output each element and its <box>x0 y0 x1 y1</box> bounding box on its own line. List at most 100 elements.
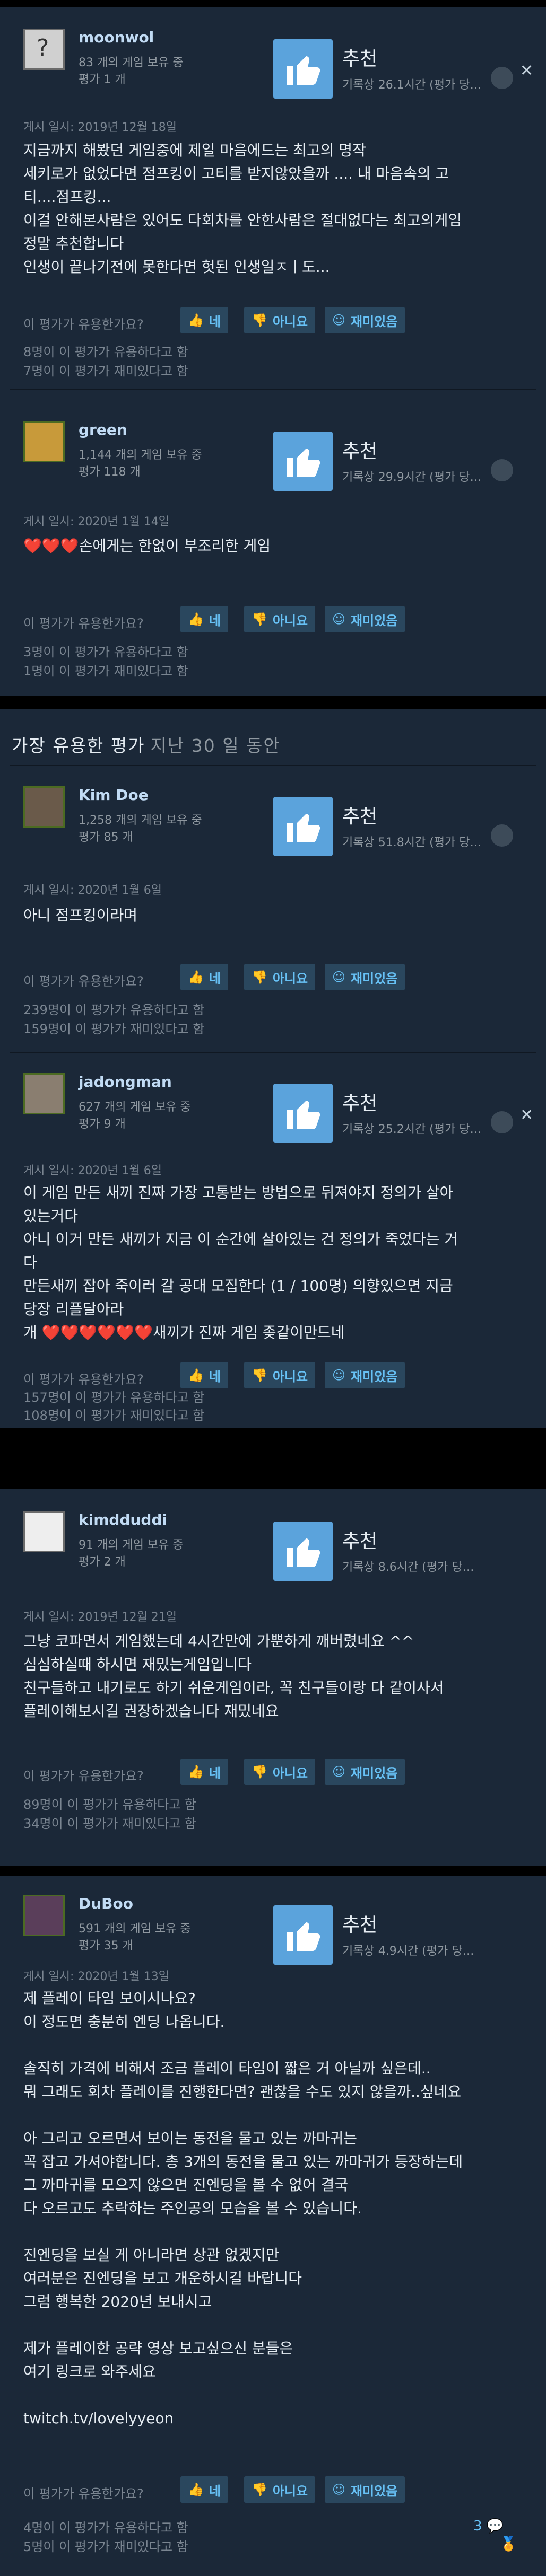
helpful-count: 3명이 이 평가가 유용하다고 함 <box>23 645 188 660</box>
verdict-label: 추천 <box>342 1093 378 1114</box>
playtime: 기록상 4.9시간 (평가 당… <box>342 1945 474 1958</box>
review-body: 아니 점프킹이라며 <box>23 907 137 924</box>
username[interactable]: moonwol <box>79 29 154 46</box>
review-panel-3: kimdduddi 91 개의 게임 보유 중 평가 2 개 추천 기록상 8.… <box>0 1489 546 1866</box>
smile-icon: ☺ <box>332 2482 346 2497</box>
thumbs-down-icon: 👎 <box>252 1764 267 1779</box>
funny-button[interactable]: ☺ 재미있음 <box>325 606 405 632</box>
thumbs-up-icon: 👍 <box>188 313 204 328</box>
username[interactable]: kimdduddi <box>79 1511 167 1528</box>
no-button[interactable]: 👎 아니요 <box>244 2476 316 2503</box>
yes-button[interactable]: 👍 네 <box>180 1362 228 1388</box>
review-card: jadongman 627 개의 게임 보유 중 평가 9 개 추천 기록상 2… <box>0 1054 546 1425</box>
thumbs-up-icon <box>273 432 333 491</box>
comment-count[interactable]: 3 💬 <box>473 2518 504 2534</box>
posted-date: 게시 일시: 2020년 1월 13일 <box>23 1970 170 1983</box>
helpful-count: 4명이 이 평가가 유용하다고 함 <box>23 2520 188 2535</box>
yes-button[interactable]: 👍 네 <box>180 307 228 333</box>
playtime: 기록상 8.6시간 (평가 당… <box>342 1561 474 1574</box>
review-count[interactable]: 평가 85 개 <box>79 829 133 847</box>
username[interactable]: Kim Doe <box>79 786 149 804</box>
thumbs-down-icon: 👎 <box>252 970 267 984</box>
avatar[interactable] <box>23 786 65 828</box>
thumbs-up-icon: 👍 <box>188 970 204 984</box>
playtime: 기록상 26.1시간 (평가 당… <box>342 78 482 92</box>
award-icon[interactable]: 🏅 <box>500 2536 517 2552</box>
review-body: 이 게임 만든 새끼 진짜 가장 고통받는 방법으로 뒤져야지 정의가 살아 있… <box>23 1184 458 1341</box>
section-title: 가장 유용한 평가 지난 30 일 동안 <box>12 735 281 756</box>
review-count[interactable]: 평가 2 개 <box>79 1553 126 1571</box>
thumbs-up-icon: 👍 <box>188 2482 204 2497</box>
smile-icon: ☺ <box>332 313 346 328</box>
no-button[interactable]: 👎 아니요 <box>244 964 316 990</box>
thumbs-down-icon: 👎 <box>252 1368 267 1383</box>
review-body: 지금까지 해봤던 게임중에 제일 마음에드는 최고의 명작 세키로가 없었다면 … <box>23 142 462 276</box>
steam-icon <box>491 67 513 89</box>
helpful-question: 이 평가가 유용한가요? <box>23 616 144 631</box>
games-owned[interactable]: 1,144 개의 게임 보유 중 <box>79 446 202 464</box>
games-owned[interactable]: 591 개의 게임 보유 중 <box>79 1920 191 1938</box>
yes-button[interactable]: 👍 네 <box>180 1759 228 1785</box>
no-button[interactable]: 👎 아니요 <box>244 1759 316 1785</box>
divider <box>10 1052 536 1053</box>
smile-icon: ☺ <box>332 970 346 984</box>
helpful-count: 89명이 이 평가가 유용하다고 함 <box>23 1797 197 1812</box>
avatar[interactable]: ? <box>23 29 65 70</box>
review-panel-2: 가장 유용한 평가 지난 30 일 동안 Kim Doe 1,258 개의 게임 … <box>0 709 546 1428</box>
playtime: 기록상 25.2시간 (평가 당… <box>342 1123 482 1136</box>
funny-count: 108명이 이 평가가 재미있다고 함 <box>23 1408 205 1423</box>
review-panel-4: DuBoo 591 개의 게임 보유 중 평가 35 개 추천 기록상 4.9시… <box>0 1876 546 2576</box>
funny-count: 7명이 이 평가가 재미있다고 함 <box>23 364 188 379</box>
review-count[interactable]: 평가 9 개 <box>79 1115 126 1133</box>
username[interactable]: green <box>79 421 127 438</box>
helpful-question: 이 평가가 유용한가요? <box>23 2486 144 2501</box>
review-count[interactable]: 평가 35 개 <box>79 1937 133 1955</box>
close-icon[interactable]: ✕ <box>520 61 533 80</box>
question-mark-icon: ? <box>37 34 49 61</box>
no-button[interactable]: 👎 아니요 <box>244 606 316 632</box>
avatar[interactable] <box>23 1895 65 1936</box>
avatar[interactable] <box>23 421 65 462</box>
helpful-count: 8명이 이 평가가 유용하다고 함 <box>23 345 188 359</box>
funny-button[interactable]: ☺ 재미있음 <box>325 964 405 990</box>
steam-icon <box>491 824 513 847</box>
steam-icon <box>491 1111 513 1133</box>
steam-icon <box>491 459 513 481</box>
no-button[interactable]: 👎 아니요 <box>244 1362 316 1388</box>
review-count[interactable]: 평가 1 개 <box>79 71 126 89</box>
avatar[interactable] <box>23 1073 65 1114</box>
review-count[interactable]: 평가 118 개 <box>79 463 141 481</box>
games-owned[interactable]: 91 개의 게임 보유 중 <box>79 1536 184 1554</box>
no-button[interactable]: 👎 아니요 <box>244 307 316 333</box>
close-icon[interactable]: ✕ <box>520 1106 533 1124</box>
funny-count: 34명이 이 평가가 재미있다고 함 <box>23 1816 197 1831</box>
thumbs-up-icon: 👍 <box>188 612 204 627</box>
posted-date: 게시 일시: 2019년 12월 21일 <box>23 1611 177 1624</box>
avatar[interactable] <box>23 1511 65 1552</box>
games-owned[interactable]: 83 개의 게임 보유 중 <box>79 54 184 72</box>
yes-button[interactable]: 👍 네 <box>180 2476 228 2503</box>
thumbs-down-icon: 👎 <box>252 313 267 328</box>
thumbs-up-icon <box>273 797 333 856</box>
games-owned[interactable]: 1,258 개의 게임 보유 중 <box>79 812 202 830</box>
funny-button[interactable]: ☺ 재미있음 <box>325 1759 405 1785</box>
yes-button[interactable]: 👍 네 <box>180 606 228 632</box>
playtime: 기록상 29.9시간 (평가 당… <box>342 471 482 484</box>
thumbs-down-icon: 👎 <box>252 2482 267 2497</box>
funny-button[interactable]: ☺ 재미있음 <box>325 1362 405 1388</box>
helpful-question: 이 평가가 유용한가요? <box>23 974 144 989</box>
yes-button[interactable]: 👍 네 <box>180 964 228 990</box>
username[interactable]: DuBoo <box>79 1895 133 1912</box>
funny-count: 1명이 이 평가가 재미있다고 함 <box>23 664 188 679</box>
thumbs-up-icon <box>273 1084 333 1143</box>
funny-count: 159명이 이 평가가 재미있다고 함 <box>23 1022 205 1036</box>
thumbs-up-icon: 👍 <box>188 1764 204 1779</box>
username[interactable]: jadongman <box>79 1073 172 1091</box>
review-card: DuBoo 591 개의 게임 보유 중 평가 35 개 추천 기록상 4.9시… <box>0 1876 546 2576</box>
funny-count: 5명이 이 평가가 재미있다고 함 <box>23 2539 188 2554</box>
funny-button[interactable]: ☺ 재미있음 <box>325 2476 405 2503</box>
games-owned[interactable]: 627 개의 게임 보유 중 <box>79 1098 191 1116</box>
funny-button[interactable]: ☺ 재미있음 <box>325 307 405 333</box>
smile-icon: ☺ <box>332 612 346 627</box>
review-body: 그냥 코파면서 게임했는데 4시간만에 가뿐하게 깨버렸네요 ^^ 심심하실때 … <box>23 1632 444 1720</box>
